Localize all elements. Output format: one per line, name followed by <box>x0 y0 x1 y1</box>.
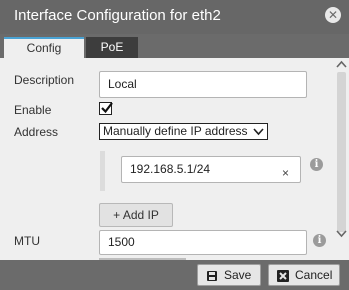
config-panel: Description Local Enable Address Manuall… <box>0 58 334 260</box>
save-icon <box>207 270 217 281</box>
tab-config[interactable]: Config <box>4 37 84 58</box>
save-button[interactable]: Save <box>197 264 261 286</box>
tab-poe[interactable]: PoE <box>86 37 138 58</box>
close-icon[interactable]: ✕ <box>325 7 341 23</box>
clear-ip-icon[interactable]: × <box>282 161 289 186</box>
ip-address-value: 192.168.5.1/24 <box>130 162 211 176</box>
enable-checkbox[interactable] <box>99 102 113 115</box>
add-ip-button[interactable]: + Add IP <box>99 203 173 227</box>
chevron-down-icon <box>253 128 264 136</box>
cancel-icon <box>277 269 289 282</box>
cancel-button[interactable]: Cancel <box>268 264 340 286</box>
info-icon[interactable]: i <box>310 158 323 171</box>
tab-bar: Config PoE <box>0 34 349 58</box>
address-mode-value: Manually define IP address <box>103 124 248 138</box>
interface-config-dialog: Interface Configuration for eth2 ✕ Confi… <box>0 0 349 290</box>
info-icon[interactable]: i <box>313 234 326 247</box>
description-field[interactable]: Local <box>99 71 307 98</box>
ip-group-bar <box>100 151 105 191</box>
chevron-up-icon[interactable] <box>336 60 347 68</box>
enable-label: Enable <box>14 103 52 117</box>
scrollbar[interactable] <box>334 58 349 260</box>
save-label: Save <box>224 268 252 282</box>
mtu-label: MTU <box>14 234 40 248</box>
mtu-field[interactable]: 1500 <box>99 230 307 255</box>
scrollbar-thumb[interactable] <box>337 72 346 232</box>
chevron-down-icon[interactable] <box>336 230 347 238</box>
checkmark-icon <box>101 102 113 114</box>
dialog-title: Interface Configuration for eth2 <box>14 7 221 24</box>
dialog-titlebar: Interface Configuration for eth2 ✕ <box>0 0 349 34</box>
address-label: Address <box>14 125 59 139</box>
description-label: Description <box>14 73 75 87</box>
ip-address-field[interactable]: 192.168.5.1/24 × <box>121 156 301 183</box>
cancel-label: Cancel <box>295 268 333 282</box>
dialog-footer: Save Cancel <box>0 260 349 290</box>
address-mode-select[interactable]: Manually define IP address <box>99 123 268 140</box>
